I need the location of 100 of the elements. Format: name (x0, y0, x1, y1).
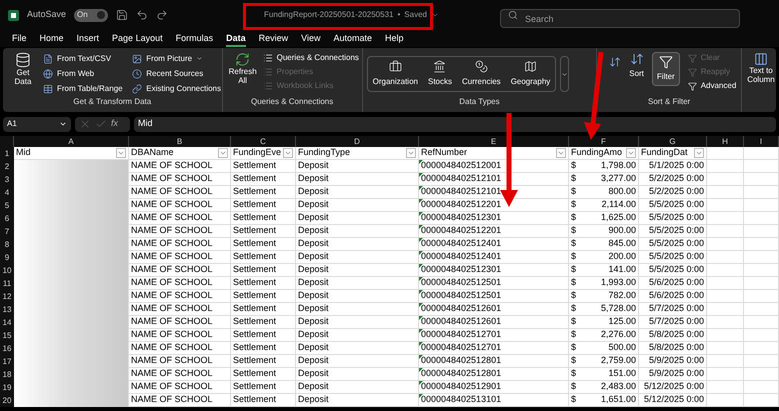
currency-symbol: $ (571, 276, 576, 290)
menu-tab[interactable]: Help (385, 30, 404, 46)
refresh-all-button[interactable]: Refresh All (228, 67, 257, 85)
save-status[interactable]: Saved (404, 9, 427, 21)
column-header[interactable]: G (639, 136, 707, 147)
chevron-down-icon[interactable] (430, 11, 439, 19)
error-indicator-icon[interactable] (419, 290, 423, 294)
error-indicator-icon[interactable] (419, 173, 423, 177)
ribbon-command[interactable]: From Table/Range (56, 83, 123, 96)
menu-tab[interactable]: Automate (334, 30, 372, 46)
table-cell: Deposit (296, 355, 419, 368)
table-cell: Settlement (231, 264, 296, 277)
error-indicator-icon[interactable] (419, 316, 423, 320)
error-indicator-icon[interactable] (419, 238, 423, 242)
row-header[interactable]: 14 (0, 316, 14, 329)
row-header[interactable]: 15 (0, 329, 14, 342)
formula-field[interactable]: Mid (134, 116, 776, 132)
row-header[interactable]: 2 (0, 160, 14, 173)
name-box[interactable]: A1 (3, 116, 71, 132)
error-indicator-icon[interactable] (419, 277, 423, 281)
row-header[interactable]: 17 (0, 355, 14, 368)
ribbon-command[interactable]: Advanced (700, 80, 736, 92)
ribbon-command[interactable]: From Web (56, 68, 94, 80)
document-icon (42, 54, 53, 64)
empty-cell (744, 290, 779, 303)
ribbon-command[interactable]: Recent Sources (146, 68, 204, 80)
row-header[interactable]: 9 (0, 251, 14, 264)
error-indicator-icon[interactable] (419, 199, 423, 203)
text-to-columns-button[interactable]: Text to Column (746, 66, 776, 84)
map-icon (524, 60, 537, 73)
row-header[interactable]: 11 (0, 277, 14, 290)
table-cell: Settlement (231, 329, 296, 342)
table-cell: 5/9/2025 0:00 (639, 355, 707, 368)
row-header[interactable]: 10 (0, 264, 14, 277)
error-indicator-icon[interactable] (419, 251, 423, 255)
ribbon-command[interactable]: Existing Connections (146, 83, 221, 96)
error-indicator-icon[interactable] (419, 368, 423, 372)
error-indicator-icon[interactable] (419, 303, 423, 307)
ribbon-command[interactable]: From Picture (146, 52, 192, 65)
column-header[interactable]: E (419, 136, 569, 147)
error-indicator-icon[interactable] (419, 381, 423, 385)
row-header[interactable]: 19 (0, 381, 14, 394)
filter-icon (688, 68, 697, 76)
menu-tab[interactable]: Formulas (176, 30, 214, 46)
data-type-button[interactable]: Geography (510, 76, 550, 88)
row-header[interactable]: 4 (0, 186, 14, 199)
menu-tab[interactable]: Home (40, 30, 64, 46)
row-header[interactable]: 8 (0, 238, 14, 251)
menu-tab[interactable]: Page Layout (112, 30, 163, 46)
row-header[interactable]: 7 (0, 225, 14, 238)
insert-function-button[interactable]: fx (111, 117, 118, 131)
table-cell-text: 1,625.00 (600, 211, 636, 224)
menu-tab[interactable]: Review (258, 30, 288, 46)
filter-button[interactable]: Filter (652, 52, 680, 86)
column-header[interactable]: I (744, 136, 779, 147)
sort-ascending-icon[interactable] (609, 56, 622, 68)
row-header[interactable]: 5 (0, 199, 14, 212)
chevron-down-icon (557, 149, 565, 157)
column-header[interactable]: D (296, 136, 419, 147)
error-indicator-icon[interactable] (419, 264, 423, 268)
data-type-button[interactable]: Stocks (428, 76, 452, 88)
column-header[interactable]: H (707, 136, 744, 147)
error-indicator-icon[interactable] (419, 342, 423, 346)
menu-tab[interactable]: File (12, 30, 27, 46)
row-header[interactable]: 12 (0, 290, 14, 303)
search-field[interactable]: Search (500, 9, 740, 28)
menu-tab[interactable]: Insert (76, 30, 100, 46)
row-header[interactable]: 6 (0, 212, 14, 225)
row-header[interactable]: 16 (0, 342, 14, 355)
error-indicator-icon[interactable] (419, 212, 423, 216)
ribbon-command[interactable]: From Text/CSV (56, 52, 112, 65)
row-header[interactable]: 13 (0, 303, 14, 316)
error-indicator-icon[interactable] (419, 225, 423, 229)
redo-icon[interactable] (156, 9, 168, 21)
row-header[interactable]: 3 (0, 173, 14, 186)
row-header[interactable]: 18 (0, 368, 14, 381)
menu-tab[interactable]: View (301, 30, 320, 46)
get-data-button[interactable]: Get Data (11, 68, 35, 86)
ribbon-command[interactable]: Queries & Connections (276, 52, 359, 64)
data-type-button[interactable]: Currencies (462, 76, 501, 88)
sort-button[interactable]: Sort (629, 68, 644, 80)
row-header[interactable]: 1 (0, 147, 14, 160)
column-header[interactable]: C (231, 136, 296, 147)
autosave-toggle[interactable]: On (74, 8, 108, 22)
data-type-button[interactable]: Organization (372, 76, 418, 88)
error-indicator-icon[interactable] (419, 394, 423, 398)
save-icon[interactable] (116, 9, 128, 21)
error-indicator-icon[interactable] (419, 355, 423, 359)
table-cell-text: 0000048402512001 (421, 159, 502, 172)
column-header[interactable]: A (14, 136, 129, 147)
error-indicator-icon[interactable] (419, 329, 423, 333)
table-cell: Deposit (296, 394, 419, 407)
row-header[interactable]: 20 (0, 394, 14, 407)
error-indicator-icon[interactable] (419, 186, 423, 190)
chevron-down-icon[interactable] (196, 55, 204, 62)
undo-icon[interactable] (136, 9, 148, 21)
column-header[interactable]: B (129, 136, 231, 147)
currency-symbol: $ (571, 289, 576, 302)
error-indicator-icon[interactable] (419, 160, 423, 164)
currency-symbol: $ (571, 315, 576, 328)
